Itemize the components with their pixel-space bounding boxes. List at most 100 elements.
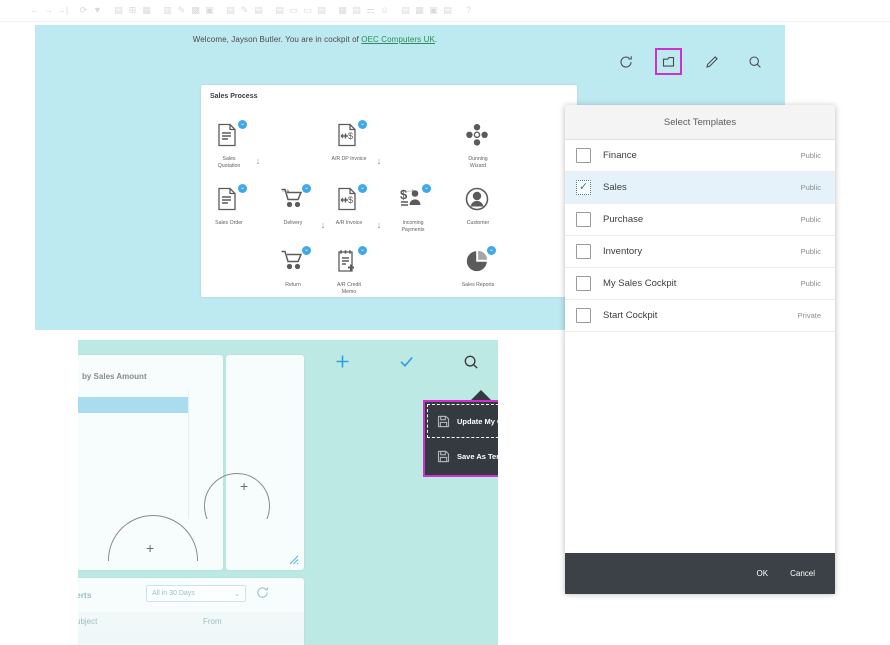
cart-icon: ⌄ — [280, 187, 306, 213]
cancel-button[interactable]: Cancel — [790, 569, 815, 578]
template-row[interactable]: ✓Start CockpitPrivate — [565, 300, 835, 332]
user-icon[interactable]: ☺ — [378, 4, 391, 17]
layout-icon[interactable]: ▩ — [189, 4, 202, 17]
template-row[interactable]: ✓SalesPublic — [565, 172, 835, 204]
reply-icon[interactable]: ▭ — [301, 4, 314, 17]
forward-icon[interactable]: → — [42, 4, 55, 17]
search-icon[interactable] — [461, 352, 480, 371]
add-widget-circle-right[interactable]: + — [204, 473, 274, 519]
process-node-ar-dp-invoice[interactable]: $⌄ A/R DP Invoice — [313, 123, 385, 163]
node-action-badge[interactable]: ⌄ — [358, 246, 367, 255]
template-checkbox[interactable]: ✓ — [576, 276, 591, 291]
template-visibility: Public — [801, 151, 821, 160]
search-icon[interactable] — [746, 53, 763, 70]
node-action-badge[interactable]: ⌄ — [302, 184, 311, 193]
templates-icon[interactable] — [660, 53, 677, 70]
node-action-badge[interactable]: ⌄ — [358, 120, 367, 129]
message-icon[interactable]: ▭ — [287, 4, 300, 17]
template-visibility: Public — [801, 279, 821, 288]
node-action-badge[interactable]: ⌄ — [302, 246, 311, 255]
process-node-label: DunningWizard — [442, 156, 514, 169]
node-action-badge[interactable]: ⌄ — [487, 246, 496, 255]
note-icon[interactable]: ▥ — [161, 4, 174, 17]
table-icon[interactable]: ▦ — [140, 4, 153, 17]
grid-view-icon[interactable]: ▦ — [413, 4, 426, 17]
invoice-dollar-icon: $⌄ — [336, 123, 362, 149]
payments-icon: $⌄ — [400, 187, 426, 213]
external-icon[interactable]: ▣ — [427, 4, 440, 17]
process-node-sales-reports[interactable]: ⌄Sales Reports — [442, 249, 514, 289]
save-icon — [437, 415, 450, 428]
sales-amount-chart-widget: by Sales Amount + — [78, 355, 223, 570]
edit-cockpit-icon[interactable] — [703, 53, 720, 70]
split-icon[interactable]: ▣ — [203, 4, 216, 17]
process-node-ar-invoice[interactable]: $⌄A/R Invoice — [313, 187, 385, 227]
template-checkbox[interactable]: ✓ — [576, 148, 591, 163]
template-checkbox[interactable]: ✓ — [576, 212, 591, 227]
node-action-badge[interactable]: ⌄ — [358, 184, 367, 193]
report-icon[interactable]: ▤ — [252, 4, 265, 17]
add-widget-circle[interactable]: + — [108, 515, 200, 561]
drag-data-icon[interactable]: ▤ — [315, 4, 328, 17]
help-icon[interactable]: ? — [462, 4, 475, 17]
process-node-sales-quotation[interactable]: ⌄SalesQuotation — [193, 123, 265, 169]
alerts-range-select[interactable]: All in 30 Days ⌄ — [146, 585, 246, 602]
template-checkbox[interactable]: ✓ — [576, 180, 591, 195]
process-node-customer[interactable]: Customer — [442, 187, 514, 227]
resize-handle-icon[interactable] — [286, 552, 299, 565]
template-row[interactable]: ✓InventoryPublic — [565, 236, 835, 268]
print-icon[interactable]: ▤ — [273, 4, 286, 17]
template-name: Start Cockpit — [603, 310, 798, 321]
calendar-icon[interactable]: ▤ — [399, 4, 412, 17]
dialog-title: Select Templates — [565, 105, 835, 140]
filter-icon[interactable]: ▼ — [91, 4, 104, 17]
document-icon: ⌄ — [216, 187, 242, 213]
cockpit-icon[interactable]: ▤ — [350, 4, 363, 17]
template-checkbox[interactable]: ✓ — [576, 308, 591, 323]
cart-icon: ⌄ — [280, 249, 306, 275]
template-row[interactable]: ✓ FinancePublic — [565, 140, 835, 172]
template-name: My Sales Cockpit — [603, 278, 801, 289]
company-link[interactable]: OEC Computers UK — [361, 35, 435, 44]
add-widget-icon[interactable] — [333, 352, 352, 371]
secondary-widget: + — [226, 355, 304, 570]
template-row[interactable]: ✓ My Sales CockpitPublic — [565, 268, 835, 300]
ok-button[interactable]: OK — [757, 569, 769, 578]
template-checkbox[interactable]: ✓ — [576, 244, 591, 259]
process-node-incoming-payments[interactable]: $⌄IncomingPayments — [377, 187, 449, 233]
plus-icon: + — [240, 479, 248, 493]
alerts-refresh-icon[interactable] — [256, 586, 270, 600]
process-node-label: A/R CreditMemo — [313, 282, 385, 295]
attachment-icon[interactable]: ✎ — [175, 4, 188, 17]
menu-item-save-as-template[interactable]: Save As Template — [428, 440, 498, 472]
alerts-column-subject: ubject — [78, 617, 97, 626]
refresh-grid-icon[interactable]: ⟳ — [77, 4, 90, 17]
edit-chart-icon[interactable]: ✎ — [238, 4, 251, 17]
add-row-icon[interactable]: ⊞ — [126, 4, 139, 17]
process-node-sales-order[interactable]: ⌄ Sales Order — [193, 187, 265, 227]
node-action-badge[interactable]: ⌄ — [422, 184, 431, 193]
refresh-cockpit-icon[interactable] — [617, 53, 634, 70]
welcome-suffix: . — [435, 35, 437, 44]
org-chart-icon[interactable]: ⚎ — [364, 4, 377, 17]
relationship-icon[interactable]: ▦ — [336, 4, 349, 17]
invoice-dollar-icon: $⌄ — [336, 187, 362, 213]
svg-text:$: $ — [348, 195, 353, 205]
template-name: Finance — [603, 150, 801, 161]
preview-icon[interactable]: ▤ — [224, 4, 237, 17]
confirm-icon[interactable] — [397, 352, 416, 371]
credit-memo-icon: ⌄ — [336, 249, 362, 275]
process-node-dunning-wizard[interactable]: DunningWizard — [442, 123, 514, 169]
process-node-ar-credit-memo[interactable]: ⌄ A/R CreditMemo — [313, 249, 385, 295]
template-name: Inventory — [603, 246, 801, 257]
template-row[interactable]: ✓PurchasePublic — [565, 204, 835, 236]
node-action-badge[interactable]: ⌄ — [238, 184, 247, 193]
help-pen-icon[interactable]: ▤ — [441, 4, 454, 17]
form-settings-icon[interactable]: ▤ — [112, 4, 125, 17]
menu-item-update-my-cockpit[interactable]: Update My Cockpit — [428, 405, 498, 437]
back-icon[interactable]: ← — [28, 4, 41, 17]
process-node-label: Sales Order — [193, 220, 265, 227]
last-icon[interactable]: →| — [56, 4, 69, 17]
process-node-label: A/R DP Invoice — [313, 156, 385, 163]
node-action-badge[interactable]: ⌄ — [238, 120, 247, 129]
